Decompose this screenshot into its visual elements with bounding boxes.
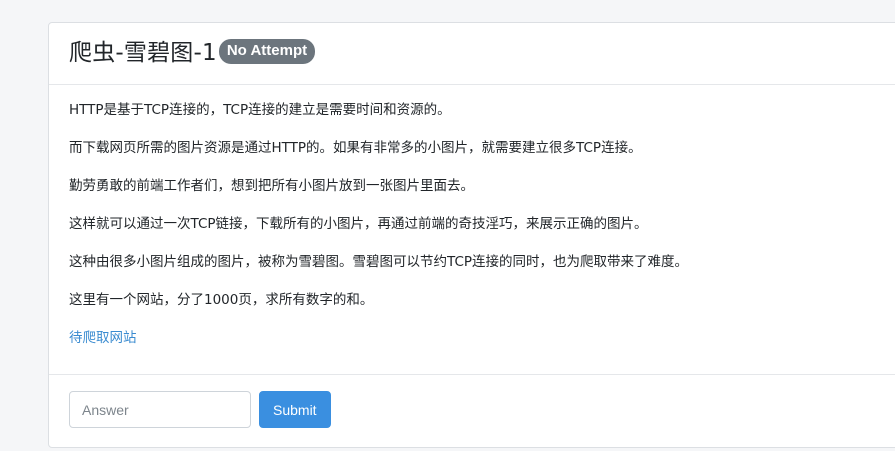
answer-form: Submit xyxy=(49,375,895,428)
description-paragraph: 这样就可以通过一次TCP链接，下载所有的小图片，再通过前端的奇技淫巧，来展示正确… xyxy=(69,216,648,232)
answer-input[interactable] xyxy=(69,391,251,428)
description-paragraph: 这种由很多小图片组成的图片，被称为雪碧图。雪碧图可以节约TCP连接的同时，也为爬… xyxy=(69,254,689,270)
challenge-title: 爬虫-雪碧图-1 xyxy=(69,40,217,66)
description-paragraph: 而下载网页所需的图片资源是通过HTTP的。如果有非常多的小图片，就需要建立很多T… xyxy=(69,140,642,156)
description-paragraph: HTTP是基于TCP连接的，TCP连接的建立是需要时间和资源的。 xyxy=(69,102,451,118)
target-site-link[interactable]: 待爬取网站 xyxy=(69,330,137,346)
challenge-card: 爬虫-雪碧图-1 No Attempt HTTP是基于TCP连接的，TCP连接的… xyxy=(48,22,895,448)
submit-button[interactable]: Submit xyxy=(259,391,331,428)
description-paragraph: 勤劳勇敢的前端工作者们，想到把所有小图片放到一张图片里面去。 xyxy=(69,178,474,194)
status-badge: No Attempt xyxy=(218,38,316,65)
challenge-description: HTTP是基于TCP连接的，TCP连接的建立是需要时间和资源的。 而下载网页所需… xyxy=(49,85,895,375)
challenge-header: 爬虫-雪碧图-1 No Attempt xyxy=(49,23,895,85)
description-paragraph: 这里有一个网站，分了1000页，求所有数字的和。 xyxy=(69,292,374,308)
